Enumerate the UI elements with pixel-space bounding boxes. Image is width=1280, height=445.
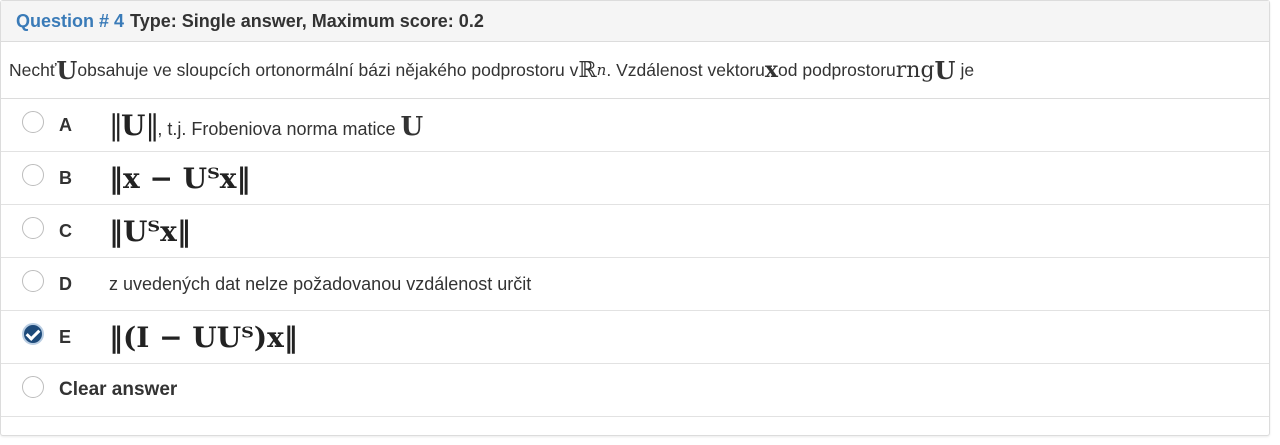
radio-e-checked[interactable]: [22, 323, 44, 345]
question-text: Nechť U obsahuje ve sloupcích ortonormál…: [1, 42, 1269, 98]
clear-answer-row[interactable]: Clear answer: [1, 364, 1269, 417]
math-symbol-U: U: [56, 55, 78, 85]
radio-b[interactable]: [22, 164, 44, 186]
answer-option-e[interactable]: E ‖(I − UUᵀ)x‖: [1, 311, 1269, 364]
math-symbol-n: n: [596, 61, 607, 79]
answer-letter: D: [59, 273, 72, 294]
answer-formula: ‖x − Uᵀx‖: [109, 161, 251, 195]
question-text-part: od podprostoru: [778, 59, 896, 80]
math-rng: rng: [895, 57, 935, 83]
question-header: Question # 4 Type: Single answer, Maximu…: [1, 1, 1269, 42]
answer-letter: C: [59, 220, 72, 241]
answer-option-d[interactable]: D z uvedených dat nelze požadovanou vzdá…: [1, 258, 1269, 311]
answer-formula: ‖(I − UUᵀ)x‖: [109, 320, 298, 354]
question-type: Type: Single answer, Maximum score: 0.2: [130, 10, 484, 31]
answer-option-a[interactable]: A ‖U‖, t.j. Frobeniova norma matice U: [1, 99, 1269, 152]
math-symbol-R: ℝ: [578, 57, 597, 83]
question-panel: Question # 4 Type: Single answer, Maximu…: [0, 0, 1270, 436]
radio-a[interactable]: [22, 111, 44, 133]
answer-text: , t.j. Frobeniova norma matice: [157, 118, 401, 139]
answer-letter: E: [59, 326, 72, 347]
answer-option-c[interactable]: C ‖Uᵀx‖: [1, 205, 1269, 258]
answer-formula: ‖Uᵀx‖: [109, 214, 191, 248]
question-number: Question # 4: [16, 10, 125, 31]
answer-content: ‖U‖, t.j. Frobeniova norma matice U: [109, 109, 423, 142]
math-symbol-U: U: [400, 111, 424, 142]
question-text-part: je: [960, 59, 975, 80]
clear-answer-label[interactable]: Clear answer: [59, 379, 177, 401]
answer-list: A ‖U‖, t.j. Frobeniova norma matice U B …: [1, 98, 1269, 417]
question-text-part: Nechť: [9, 59, 57, 80]
answer-text: z uvedených dat nelze požadovanou vzdále…: [109, 273, 532, 294]
question-text-part: obsahuje ve sloupcích ortonormální bázi …: [77, 59, 579, 80]
question-text-part: . Vzdálenost vektoru: [606, 59, 765, 80]
answer-letter: A: [59, 114, 72, 135]
answer-formula: ‖U‖: [109, 108, 159, 142]
radio-d[interactable]: [22, 270, 44, 292]
math-symbol-U: U: [934, 55, 956, 85]
answer-option-b[interactable]: B ‖x − Uᵀx‖: [1, 152, 1269, 205]
answer-letter: B: [59, 167, 72, 188]
math-symbol-x: x: [764, 57, 779, 83]
radio-clear[interactable]: [22, 376, 44, 398]
radio-c[interactable]: [22, 217, 44, 239]
